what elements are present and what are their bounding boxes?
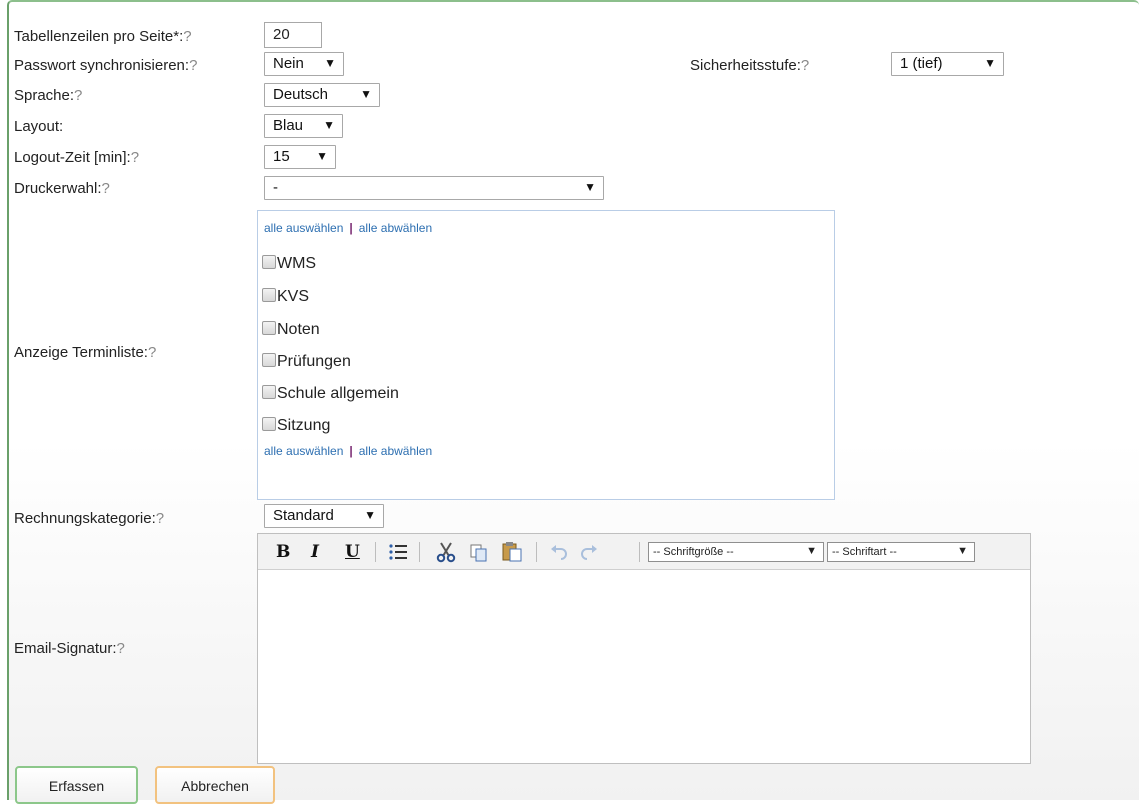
chevron-down-icon: ▼: [364, 508, 376, 522]
toolbar-divider: [375, 542, 376, 562]
checkbox-item-noten[interactable]: Noten: [262, 321, 320, 339]
undo-icon[interactable]: [550, 544, 568, 565]
submit-button[interactable]: Erfassen: [15, 766, 138, 804]
chevron-down-icon: ▼: [316, 149, 328, 163]
italic-button[interactable]: I: [311, 542, 319, 562]
appointment-checkbox-list: alle auswählen | alle abwählen WMS KVS Not…: [257, 210, 835, 500]
deselect-all-link[interactable]: alle abwählen: [359, 444, 432, 458]
appointment-list-label: Anzeige Terminliste:?: [14, 344, 157, 361]
email-signature-label: Email-Signatur:?: [14, 640, 125, 657]
table-rows-input[interactable]: 20: [264, 22, 322, 48]
toolbar-divider: [536, 542, 537, 562]
chevron-down-icon: ▼: [984, 56, 996, 70]
checkbox-item-schule-allgemein[interactable]: Schule allgemein: [262, 385, 399, 403]
checkbox-item-sitzung[interactable]: Sitzung: [262, 417, 330, 435]
select-all-link[interactable]: alle auswählen: [264, 444, 343, 458]
chevron-down-icon: ▼: [360, 87, 372, 101]
select-links-bottom: alle auswählen | alle abwählen: [264, 444, 433, 458]
layout-label: Layout:: [14, 118, 64, 135]
chevron-down-icon: ▼: [957, 545, 968, 557]
select-links-top: alle auswählen | alle abwählen: [264, 221, 433, 235]
font-family-select[interactable]: -- Schriftart -- ▼: [827, 542, 975, 562]
logout-time-select[interactable]: 15 ▼: [264, 145, 336, 169]
toolbar-divider: [419, 542, 420, 562]
checkbox[interactable]: [262, 255, 276, 269]
checkbox-item-wms[interactable]: WMS: [262, 255, 316, 273]
deselect-all-link[interactable]: alle abwählen: [359, 221, 432, 235]
cancel-button[interactable]: Abbrechen: [155, 766, 275, 804]
checkbox[interactable]: [262, 417, 276, 431]
redo-icon[interactable]: [580, 544, 598, 565]
invoice-category-select[interactable]: Standard ▼: [264, 504, 384, 528]
font-size-select[interactable]: -- Schriftgröße -- ▼: [648, 542, 824, 562]
password-sync-label: Passwort synchronisieren:?: [14, 57, 198, 74]
list-icon[interactable]: [388, 543, 408, 566]
checkbox[interactable]: [262, 288, 276, 302]
checkbox-item-kvs[interactable]: KVS: [262, 288, 309, 306]
paste-icon[interactable]: [501, 541, 523, 568]
security-level-select[interactable]: 1 (tief) ▼: [891, 52, 1004, 76]
select-all-link[interactable]: alle auswählen: [264, 221, 343, 235]
checkbox-item-pruefungen[interactable]: Prüfungen: [262, 353, 351, 371]
chevron-down-icon: ▼: [324, 56, 336, 70]
checkbox[interactable]: [262, 385, 276, 399]
invoice-category-label: Rechnungskategorie:?: [14, 510, 165, 527]
language-select[interactable]: Deutsch ▼: [264, 83, 380, 107]
language-label: Sprache:?: [14, 87, 83, 104]
toolbar-divider: [639, 542, 640, 562]
underline-button[interactable]: U: [345, 542, 360, 562]
chevron-down-icon: ▼: [584, 180, 596, 194]
checkbox[interactable]: [262, 321, 276, 335]
password-sync-select[interactable]: Nein ▼: [264, 52, 344, 76]
bold-button[interactable]: B: [276, 542, 290, 562]
printer-label: Druckerwahl:?: [14, 180, 110, 197]
editor-toolbar: B I U -- Schriftgröße -- ▼ -- Schriftart …: [258, 534, 1030, 570]
scissors-icon[interactable]: [436, 541, 456, 568]
chevron-down-icon: ▼: [806, 545, 817, 557]
layout-select[interactable]: Blau ▼: [264, 114, 343, 138]
printer-select[interactable]: - ▼: [264, 176, 604, 200]
table-rows-label: Tabellenzeilen pro Seite*:?: [14, 28, 192, 45]
logout-time-label: Logout-Zeit [min]:?: [14, 149, 140, 166]
chevron-down-icon: ▼: [323, 118, 335, 132]
checkbox[interactable]: [262, 353, 276, 367]
email-signature-editor[interactable]: B I U -- Schriftgröße -- ▼ -- Schriftart …: [257, 533, 1031, 764]
copy-icon[interactable]: [469, 543, 489, 568]
security-level-label: Sicherheitsstufe:?: [690, 57, 810, 74]
